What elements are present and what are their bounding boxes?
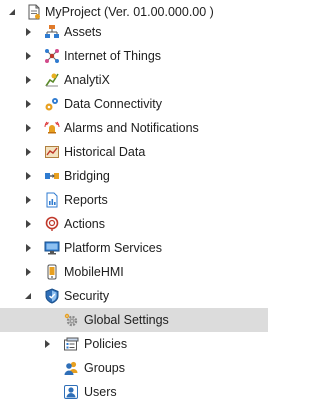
collapsed-arrow-icon[interactable] bbox=[22, 122, 34, 134]
reports-icon bbox=[44, 192, 60, 208]
tree-node-label: Alarms and Notifications bbox=[64, 121, 199, 135]
collapsed-arrow-icon[interactable] bbox=[22, 266, 34, 278]
tree-node-bridging[interactable]: Bridging bbox=[0, 164, 268, 188]
collapsed-arrow-icon[interactable] bbox=[22, 146, 34, 158]
tree-node-policies[interactable]: Policies bbox=[0, 332, 268, 356]
tree-node-users[interactable]: Users bbox=[0, 380, 268, 404]
project-explorer-tree: MyProject (Ver. 01.00.000.00 ) Assets In… bbox=[0, 0, 268, 403]
collapsed-arrow-icon[interactable] bbox=[22, 98, 34, 110]
data-connectivity-icon bbox=[44, 96, 60, 112]
iot-icon bbox=[44, 48, 60, 64]
security-shield-icon bbox=[44, 288, 60, 304]
tree-node-label: Data Connectivity bbox=[64, 97, 162, 111]
tree-node-label: Assets bbox=[64, 25, 102, 39]
mobilehmi-icon bbox=[44, 264, 60, 280]
policies-icon bbox=[63, 336, 79, 352]
tree-node-label: Historical Data bbox=[64, 145, 146, 159]
tree-node-groups[interactable]: Groups bbox=[0, 356, 268, 380]
tree-node-label: Security bbox=[64, 289, 110, 303]
tree-node-data-connectivity[interactable]: Data Connectivity bbox=[0, 92, 268, 116]
tree-node-label: MyProject (Ver. 01.00.000.00 ) bbox=[45, 5, 214, 19]
tree-node-label: AnalytiX bbox=[64, 73, 110, 87]
tree-node-actions[interactable]: Actions bbox=[0, 212, 268, 236]
tree-node-global-settings[interactable]: Global Settings bbox=[0, 308, 268, 332]
expanded-arrow-icon[interactable] bbox=[6, 6, 18, 18]
collapsed-arrow-icon[interactable] bbox=[41, 338, 53, 350]
tree-node-label: Policies bbox=[84, 337, 128, 351]
collapsed-arrow-icon[interactable] bbox=[22, 194, 34, 206]
groups-icon bbox=[63, 360, 79, 376]
tree-node-mobilehmi[interactable]: MobileHMI bbox=[0, 260, 268, 284]
analytix-icon bbox=[44, 72, 60, 88]
historical-data-icon bbox=[44, 144, 60, 160]
bridging-icon bbox=[44, 168, 60, 184]
collapsed-arrow-icon[interactable] bbox=[22, 170, 34, 182]
project-document-icon bbox=[26, 4, 42, 20]
assets-icon bbox=[44, 24, 60, 40]
actions-icon bbox=[44, 216, 60, 232]
collapsed-arrow-icon[interactable] bbox=[22, 74, 34, 86]
tree-node-alarms-and-notifications[interactable]: Alarms and Notifications bbox=[0, 116, 268, 140]
tree-node-security[interactable]: Security bbox=[0, 284, 268, 308]
tree-node-label: Users bbox=[84, 385, 117, 399]
tree-node-label: MobileHMI bbox=[64, 265, 124, 279]
tree-node-label: Reports bbox=[64, 193, 108, 207]
collapsed-arrow-icon[interactable] bbox=[22, 26, 34, 38]
tree-node-label: Internet of Things bbox=[64, 49, 162, 63]
tree-node-reports[interactable]: Reports bbox=[0, 188, 268, 212]
tree-node-analytix[interactable]: AnalytiX bbox=[0, 68, 268, 92]
alarm-icon bbox=[44, 120, 60, 136]
tree-node-label: Global Settings bbox=[84, 313, 169, 327]
tree-node-assets[interactable]: Assets bbox=[0, 20, 268, 44]
tree-node-label: Groups bbox=[84, 361, 125, 375]
tree-node-label: Actions bbox=[64, 217, 105, 231]
collapsed-arrow-icon[interactable] bbox=[22, 218, 34, 230]
platform-services-icon bbox=[44, 240, 60, 256]
tree-node-internet-of-things[interactable]: Internet of Things bbox=[0, 44, 268, 68]
collapsed-arrow-icon[interactable] bbox=[22, 50, 34, 62]
users-icon bbox=[63, 384, 79, 400]
gear-icon bbox=[63, 312, 79, 328]
tree-node-label: Platform Services bbox=[64, 241, 162, 255]
collapsed-arrow-icon[interactable] bbox=[22, 242, 34, 254]
tree-node-platform-services[interactable]: Platform Services bbox=[0, 236, 268, 260]
expanded-arrow-icon[interactable] bbox=[22, 290, 34, 302]
tree-node-label: Bridging bbox=[64, 169, 110, 183]
tree-node-historical-data[interactable]: Historical Data bbox=[0, 140, 268, 164]
